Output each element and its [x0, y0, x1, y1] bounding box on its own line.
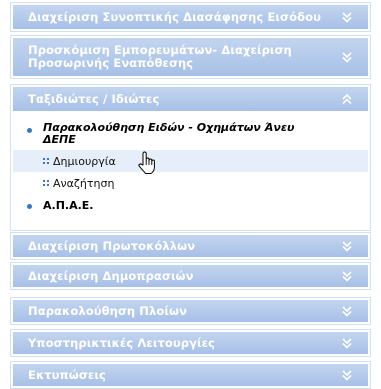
section-header-goods-presentation[interactable]: Προσκόμιση Εμπορευμάτων- Διαχείριση Προσ… — [13, 38, 368, 76]
section-ship-tracking: Παρακολούθηση Πλοίων — [10, 297, 371, 325]
section-travellers: Ταξιδιώτες / Ιδιώτες Παρακολούθηση Ειδών… — [10, 84, 371, 231]
section-label: Παρακολούθηση Πλοίων — [28, 303, 188, 318]
submenu-item-create[interactable]: Δημιουργία — [13, 150, 368, 174]
section-printouts: Εκτυπώσεις — [10, 361, 371, 389]
submenu-item-search[interactable]: Αναζήτηση — [13, 172, 368, 194]
chevron-down-icon — [340, 269, 354, 283]
section-label: Ταξιδιώτες / Ιδιώτες — [28, 91, 160, 106]
section-header-summary-declaration[interactable]: Διαχείριση Συνοπτικής Διασάφησης Εισόδου — [13, 5, 368, 29]
section-label: Υποστηρικτικές Λειτουργίες — [28, 335, 216, 350]
chevron-up-icon — [340, 92, 354, 106]
section-header-printouts[interactable]: Εκτυπώσεις — [13, 364, 368, 386]
bullet-icon — [27, 204, 32, 209]
square-bullet-icon — [43, 180, 49, 186]
square-bullet-icon — [43, 158, 49, 164]
submenu-label: Δημιουργία — [53, 154, 116, 168]
chevron-down-icon — [340, 368, 354, 382]
section-header-support-functions[interactable]: Υποστηρικτικές Λειτουργίες — [13, 332, 368, 354]
section-header-protocols[interactable]: Διαχείριση Πρωτοκόλλων — [13, 235, 368, 257]
chevron-down-icon — [340, 10, 354, 24]
menu-item-goods-vehicles-tracking[interactable]: Παρακολούθηση Ειδών - Οχημάτων Άνευ ΔΕΠΕ — [13, 113, 368, 146]
travellers-menu-body: Παρακολούθηση Ειδών - Οχημάτων Άνευ ΔΕΠΕ… — [13, 113, 368, 218]
section-label: Διαχείριση Δημοπρασιών — [28, 268, 194, 283]
side-menu: Διαχείριση Συνοπτικής Διασάφησης Εισόδου… — [0, 0, 381, 389]
section-label: Διαχείριση Συνοπτικής Διασάφησης Εισόδου — [28, 9, 321, 24]
chevron-down-icon — [340, 336, 354, 350]
chevron-down-icon — [340, 304, 354, 318]
menu-item-label: Α.Π.Α.Ε. — [43, 199, 94, 212]
bullet-icon — [27, 128, 32, 133]
chevron-down-icon — [340, 50, 354, 64]
menu-item-label-continued: ΔΕΠΕ — [43, 133, 76, 146]
submenu-label: Αναζήτηση — [53, 176, 115, 190]
section-header-travellers[interactable]: Ταξιδιώτες / Ιδιώτες — [13, 87, 368, 111]
section-goods-presentation: Προσκόμιση Εμπορευμάτων- Διαχείριση Προσ… — [10, 35, 371, 79]
section-protocols: Διαχείριση Πρωτοκόλλων — [10, 232, 371, 260]
section-auctions: Διαχείριση Δημοπρασιών — [10, 262, 371, 290]
section-header-ship-tracking[interactable]: Παρακολούθηση Πλοίων — [13, 300, 368, 322]
section-header-auctions[interactable]: Διαχείριση Δημοπρασιών — [13, 265, 368, 287]
section-support-functions: Υποστηρικτικές Λειτουργίες — [10, 329, 371, 357]
menu-item-apae[interactable]: Α.Π.Α.Ε. — [13, 194, 368, 218]
menu-item-label: Παρακολούθηση Ειδών - Οχημάτων Άνευ — [43, 121, 295, 134]
section-label: Προσκόμιση Εμπορευμάτων- Διαχείριση Προσ… — [28, 43, 292, 70]
section-label: Εκτυπώσεις — [28, 367, 106, 382]
section-label: Διαχείριση Πρωτοκόλλων — [28, 238, 196, 253]
section-summary-declaration: Διαχείριση Συνοπτικής Διασάφησης Εισόδου — [10, 2, 371, 32]
chevron-down-icon — [340, 239, 354, 253]
